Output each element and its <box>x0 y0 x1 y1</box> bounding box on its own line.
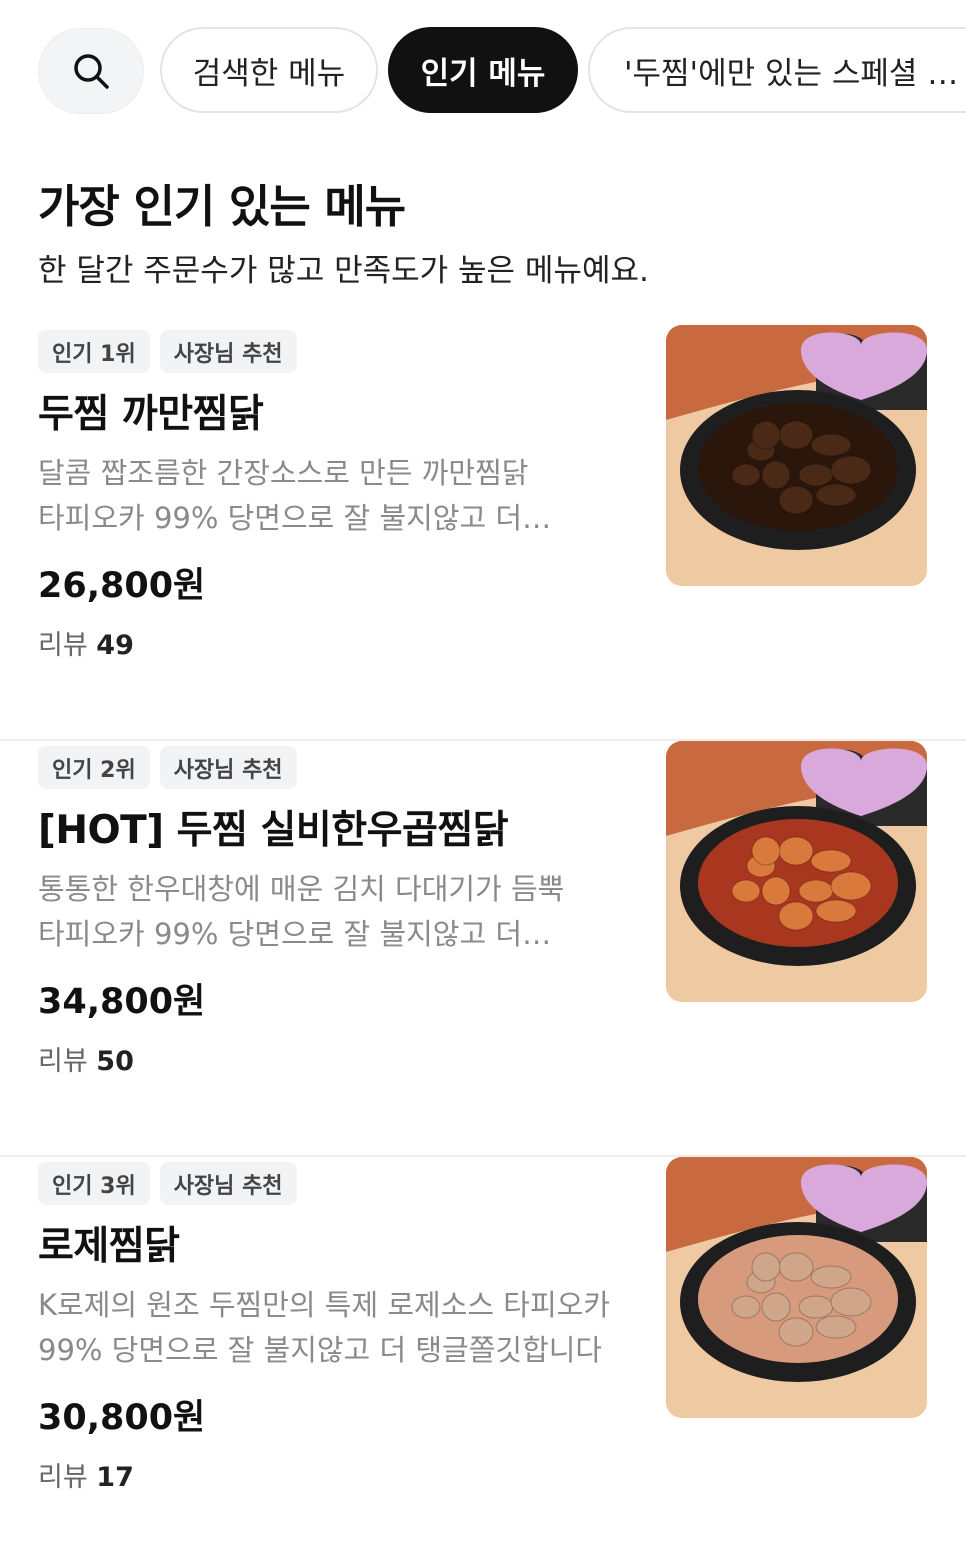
search-icon <box>74 54 109 89</box>
menu-price: 34,800원 <box>38 982 206 1022</box>
menu-price: 26,800원 <box>38 566 206 606</box>
tab-searched-menu[interactable]: 검색한 메뉴 <box>160 27 378 113</box>
badge-group: 인기 1위 사장님 추천 <box>38 330 297 373</box>
menu-name: [HOT] 두찜 실비한우곱찜닭 <box>38 808 509 853</box>
search-button[interactable] <box>38 28 144 114</box>
section-subtitle: 한 달간 주문수가 많고 만족도가 높은 메뉴예요. <box>38 253 649 289</box>
menu-name: 두찜 까만찜닭 <box>38 392 264 437</box>
badge-group: 인기 3위 사장님 추천 <box>38 1162 297 1205</box>
rank-badge: 인기 1위 <box>38 330 150 373</box>
badge-group: 인기 2위 사장님 추천 <box>38 746 297 789</box>
menu-item[interactable]: 인기 3위 사장님 추천 로제찜닭 K로제의 원조 두찜만의 특제 로제소스 타… <box>0 1157 966 1542</box>
menu-price: 30,800원 <box>38 1398 206 1438</box>
tab-popular-menu[interactable]: 인기 메뉴 <box>388 27 578 113</box>
owner-recommend-badge: 사장님 추천 <box>159 1162 297 1205</box>
rank-badge: 인기 2위 <box>38 746 150 789</box>
section-title: 가장 인기 있는 메뉴 <box>38 180 406 233</box>
owner-recommend-badge: 사장님 추천 <box>159 746 297 789</box>
menu-item[interactable]: 인기 1위 사장님 추천 두찜 까만찜닭 달콤 짭조름한 간장소스로 만든 까만… <box>0 325 966 741</box>
menu-photo <box>666 325 927 586</box>
filter-chip-bar: 검색한 메뉴 인기 메뉴 '두찜'에만 있는 스페셜 … <box>0 0 966 140</box>
menu-item[interactable]: 인기 2위 사장님 추천 [HOT] 두찜 실비한우곱찜닭 통통한 한우대창에 … <box>0 741 966 1157</box>
review-count: 리뷰 50 <box>38 1046 134 1077</box>
menu-photo <box>666 1157 927 1418</box>
menu-description: 달콤 짭조름한 간장소스로 만든 까만찜닭 타피오카 99% 당면으로 잘 불지… <box>38 456 529 535</box>
owner-recommend-badge: 사장님 추천 <box>159 330 297 373</box>
menu-photo <box>666 741 927 1002</box>
tab-special-menu[interactable]: '두찜'에만 있는 스페셜 … <box>588 27 966 113</box>
menu-description: K로제의 원조 두찜만의 특제 로제소스 타피오카 99% 당면으로 잘 불지않… <box>38 1288 611 1367</box>
review-count: 리뷰 49 <box>38 630 134 661</box>
review-count: 리뷰 17 <box>38 1462 134 1493</box>
menu-description: 통통한 한우대창에 매운 김치 다대기가 듬뿍 타피오카 99% 당면으로 잘 … <box>38 872 565 951</box>
rank-badge: 인기 3위 <box>38 1162 150 1205</box>
menu-name: 로제찜닭 <box>38 1224 180 1269</box>
